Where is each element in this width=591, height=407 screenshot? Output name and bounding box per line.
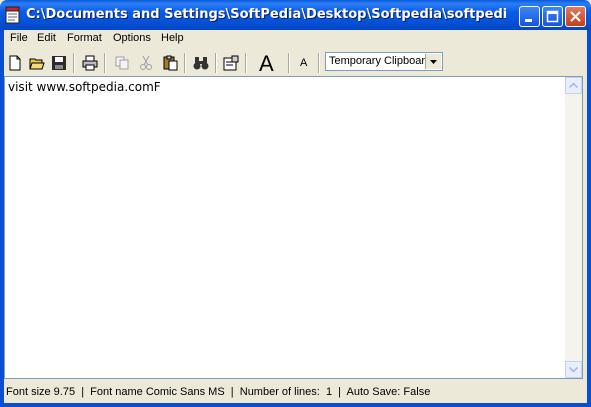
toolbar-separator <box>215 53 217 73</box>
scroll-up-button[interactable] <box>565 77 582 94</box>
new-file-icon <box>9 55 21 71</box>
text-editor[interactable]: visit www.softpedia.comF <box>4 76 583 379</box>
properties-icon <box>223 55 239 71</box>
scroll-down-arrow-icon <box>569 366 578 373</box>
maximize-icon <box>546 10 559 23</box>
notepad-app-icon[interactable] <box>5 6 21 24</box>
clipboard-select-value: Temporary Clipboard <box>329 55 432 67</box>
maximize-button[interactable] <box>542 6 563 27</box>
copy-icon <box>115 56 129 70</box>
open-file-button[interactable] <box>26 52 48 74</box>
toolbar-separator <box>73 53 75 73</box>
new-file-button[interactable] <box>4 52 26 74</box>
window-frame-bottom <box>0 403 591 407</box>
window-title: C:\Documents and Settings\SoftPedia\Desk… <box>26 7 506 22</box>
save-button[interactable] <box>48 52 70 74</box>
window-frame-right <box>587 30 591 407</box>
title-bar[interactable]: C:\Documents and Settings\SoftPedia\Desk… <box>0 0 591 30</box>
editor-content[interactable]: visit www.softpedia.comF <box>8 80 161 94</box>
increase-font-button[interactable]: A <box>259 51 274 77</box>
app-window: C:\Documents and Settings\SoftPedia\Desk… <box>0 0 591 407</box>
menu-bar: File Edit Format Options Help <box>4 30 587 49</box>
copy-button[interactable] <box>111 52 133 74</box>
menu-file[interactable]: File <box>10 32 28 44</box>
find-button[interactable] <box>190 52 212 74</box>
paste-clipboard-icon <box>163 55 178 71</box>
scroll-up-arrow-icon <box>569 82 578 89</box>
toolbar-separator <box>184 53 186 73</box>
scroll-down-button[interactable] <box>565 361 582 378</box>
status-bar: Font size 9.75 | Font name Comic Sans MS… <box>4 381 587 403</box>
vertical-scrollbar[interactable] <box>565 77 582 378</box>
minimize-icon <box>525 19 532 22</box>
toolbar-separator <box>104 53 106 73</box>
binoculars-icon <box>193 57 209 70</box>
status-text: Font size 9.75 | Font name Comic Sans MS… <box>6 386 431 398</box>
minimize-button[interactable] <box>519 6 540 27</box>
decrease-font-button[interactable]: A <box>300 57 307 69</box>
toolbar-separator <box>288 53 290 73</box>
print-button[interactable] <box>79 52 101 74</box>
paste-button[interactable] <box>159 52 181 74</box>
open-folder-icon <box>29 58 45 70</box>
toolbar-separator <box>245 53 247 73</box>
close-button[interactable] <box>565 6 586 27</box>
save-disk-icon <box>52 56 66 70</box>
properties-button[interactable] <box>220 52 242 74</box>
chevron-down-icon <box>430 60 437 64</box>
clipboard-select[interactable]: Temporary Clipboard <box>325 52 443 71</box>
dropdown-arrow-button[interactable] <box>425 54 441 69</box>
menu-options[interactable]: Options <box>113 32 151 44</box>
printer-icon <box>82 55 98 71</box>
toolbar-separator <box>318 53 320 73</box>
close-icon <box>570 11 581 22</box>
menu-help[interactable]: Help <box>161 32 184 44</box>
scissors-icon <box>140 55 152 70</box>
menu-format[interactable]: Format <box>67 32 102 44</box>
cut-button[interactable] <box>135 52 157 74</box>
toolbar: A A Temporary Clipboard <box>4 50 587 76</box>
menu-edit[interactable]: Edit <box>37 32 56 44</box>
